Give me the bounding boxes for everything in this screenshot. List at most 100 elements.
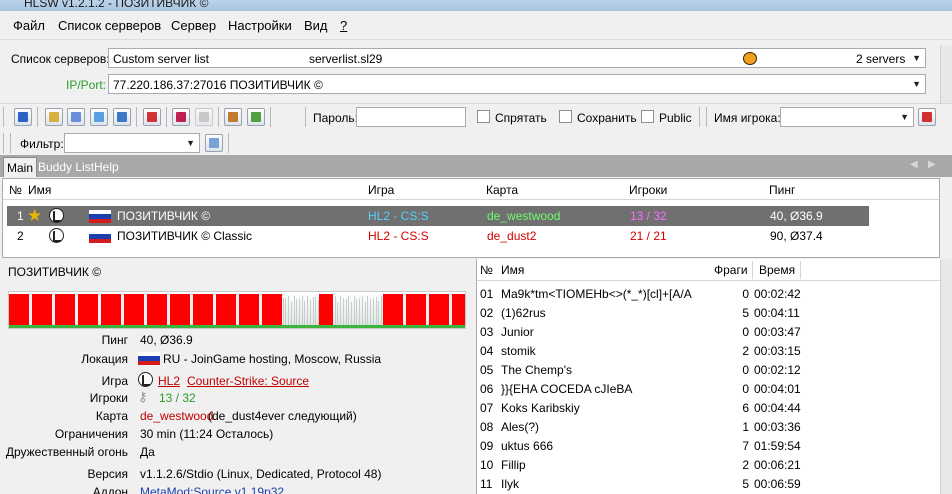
player-num: 01 — [480, 287, 494, 301]
player-row[interactable]: 07 Koks Karibskiy 6 00:04:44 — [477, 398, 952, 417]
player-row[interactable]: 06}}{EHA COCEDA cJIeBA 0 00:04:01 — [477, 379, 952, 398]
server-table: № Имя Игра Карта Игроки Пинг 1 ★ ПОЗИТИВ… — [2, 178, 940, 258]
ping-value: 40, Ø36.9 — [140, 333, 193, 347]
toolbar: Пароль: Спрятать Сохранить Public Имя иг… — [0, 103, 952, 129]
list-button[interactable] — [67, 108, 85, 126]
public-checkbox[interactable] — [641, 110, 654, 123]
player-row[interactable]: 05 The Chemp's 0 00:02:12 — [477, 360, 952, 379]
key-icon: ⚷ — [138, 389, 148, 404]
chevron-down-icon[interactable]: ▼ — [186, 138, 195, 148]
col-frags[interactable]: Фраги — [714, 263, 748, 277]
ping-graph-bar — [340, 296, 342, 328]
game-label: Игра — [101, 374, 128, 388]
col-num[interactable]: № — [9, 183, 22, 197]
ping-graph-bar — [285, 298, 287, 328]
player-name: Ales(?) — [501, 420, 540, 434]
export-button[interactable] — [224, 108, 242, 126]
menu-file[interactable]: Файл — [13, 18, 45, 33]
menu-bar: Файл Список серверов Сервер Настройки Ви… — [0, 11, 952, 40]
ping-graph-bar — [301, 296, 303, 328]
tools-button[interactable] — [247, 108, 265, 126]
server-table-header: № Имя Игра Карта Игроки Пинг — [3, 179, 939, 200]
connect-button[interactable] — [14, 108, 32, 126]
chevron-down-icon[interactable]: ▼ — [900, 112, 909, 122]
col-ping[interactable]: Пинг — [769, 183, 795, 197]
player-list-panel: № Имя Фраги Время 01 Ma9k*tm<TIOMEHb<>(*_… — [476, 259, 952, 494]
player-row[interactable]: 01 Ma9k*tm<TIOMEHb<>(*_*)[cl]+[A/A 0 00:02:… — [477, 284, 952, 303]
game-full-link[interactable]: Counter-Strike: Source — [187, 374, 309, 388]
tab-main[interactable]: Main — [3, 157, 38, 177]
player-row[interactable]: 09 uktus 666 7 01:59:54 — [477, 436, 952, 455]
row-players: 13 / 32 — [630, 209, 667, 223]
player-frags: 5 — [742, 306, 749, 320]
col-game[interactable]: Игра — [368, 183, 394, 197]
ping-graph-bar — [370, 299, 372, 328]
disabled-button[interactable] — [195, 108, 213, 126]
server-row-1[interactable]: 1 ★ ПОЗИТИВЧИК © HL2 - CS:S de_westwood … — [7, 206, 869, 226]
player-name-input[interactable]: ▼ — [780, 107, 914, 127]
server-info-title: ПОЗИТИВЧИК © — [8, 265, 102, 279]
col-players[interactable]: Игроки — [629, 183, 667, 197]
tab-help[interactable]: Help — [91, 157, 122, 177]
hide-label: Спрятать — [495, 111, 547, 125]
refresh-button[interactable] — [90, 108, 108, 126]
chevron-down-icon[interactable]: ▼ — [912, 79, 921, 89]
player-row[interactable]: 04 stomik 2 00:03:15 — [477, 341, 952, 360]
password-input[interactable] — [356, 107, 466, 127]
player-row[interactable]: 10 Fillip 2 00:06:21 — [477, 455, 952, 474]
public-label: Public — [659, 111, 692, 125]
player-time: 00:04:11 — [754, 306, 800, 320]
search-button[interactable] — [45, 108, 63, 126]
player-row[interactable]: 11 Ilyk 5 00:06:59 — [477, 474, 952, 493]
col-time[interactable]: Время — [759, 263, 795, 277]
refresh-red-button[interactable] — [172, 108, 190, 126]
player-table-header: № Имя Фраги Время — [477, 259, 952, 281]
ping-graph-bar — [378, 300, 380, 328]
col-name[interactable]: Имя — [501, 263, 524, 277]
player-name: Fillip — [501, 458, 526, 472]
hl-icon — [743, 52, 757, 65]
menu-server[interactable]: Сервер — [171, 18, 216, 33]
window-scrollbar[interactable] — [940, 45, 952, 103]
tab-scroll-left-icon[interactable]: ◀ — [910, 159, 918, 170]
menu-server-list[interactable]: Список серверов — [58, 18, 161, 33]
filter-select[interactable]: ▼ — [64, 133, 200, 153]
ping-graph-block — [9, 294, 283, 325]
filter-edit-button[interactable] — [205, 134, 223, 152]
version-label: Версия — [87, 467, 128, 481]
player-frags: 6 — [742, 401, 749, 415]
player-list-scrollbar[interactable] — [940, 259, 952, 494]
player-time: 00:06:21 — [754, 458, 801, 472]
player-name: Ma9k*tm<TIOMEHb<>(*_*)[cl]+[A/A — [501, 287, 692, 301]
tab-buddy-list[interactable]: Buddy List — [35, 157, 97, 177]
map-next: (de_dust4ever следующий) — [208, 409, 357, 423]
player-row[interactable]: 08 Ales(?) 1 00:03:36 — [477, 417, 952, 436]
addon-link[interactable]: MetaMod:Source v1.19p32 — [140, 485, 284, 494]
player-search-button[interactable] — [918, 108, 936, 126]
menu-settings[interactable]: Настройки — [228, 18, 292, 33]
col-name[interactable]: Имя — [28, 183, 51, 197]
col-num[interactable]: № — [480, 263, 493, 277]
game-short-link[interactable]: HL2 — [158, 374, 180, 388]
tab-scroll-right-icon[interactable]: ▶ — [928, 159, 936, 170]
title-bar: HLSW v1.2.1.2 - ПОЗИТИВЧИК © — [0, 0, 952, 11]
hide-checkbox[interactable] — [477, 110, 490, 123]
chevron-down-icon[interactable]: ▼ — [912, 53, 921, 63]
counter-strike-icon — [49, 228, 64, 243]
menu-help[interactable]: ? — [340, 18, 347, 33]
players-value: 13 / 32 — [159, 391, 196, 405]
delete-button[interactable] — [143, 108, 161, 126]
ip-port-input[interactable]: 77.220.186.37:27016 ПОЗИТИВЧИК © ▼ — [108, 74, 926, 94]
player-row[interactable]: 03 Junior 0 00:03:47 — [477, 322, 952, 341]
col-map[interactable]: Карта — [486, 183, 518, 197]
row-map: de_westwood — [487, 209, 561, 223]
menu-view[interactable]: Вид — [304, 18, 328, 33]
save-checkbox[interactable] — [559, 110, 572, 123]
user-button[interactable] — [113, 108, 131, 126]
player-num: 05 — [480, 363, 494, 377]
player-num: 11 — [480, 477, 493, 491]
serverlist-select[interactable]: Custom server list serverlist.sl29 2 ser… — [108, 48, 926, 68]
player-num: 07 — [480, 401, 494, 415]
player-row[interactable]: 02 (1)62rus 5 00:04:11 — [477, 303, 952, 322]
server-row-2[interactable]: 2 ПОЗИТИВЧИК © Classic HL2 - CS:S de_dus… — [7, 226, 869, 246]
